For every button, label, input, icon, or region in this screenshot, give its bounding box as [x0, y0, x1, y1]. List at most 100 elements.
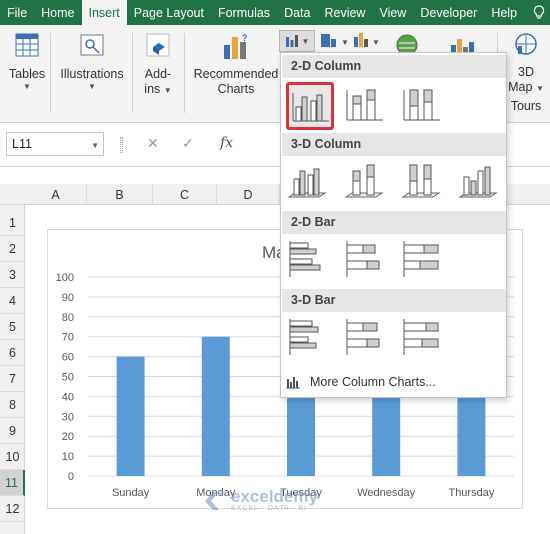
lightbulb-icon[interactable]: [528, 0, 550, 25]
tab-formulas[interactable]: Formulas: [211, 0, 277, 25]
row-header-cell[interactable]: 5: [0, 314, 25, 340]
3d-column-option[interactable]: [457, 159, 505, 207]
x-category-label: Wednesday: [357, 487, 415, 499]
column-chart-gallery: 2-D Column 3-D Column 2-D Bar 3-D Bar Mo…: [280, 52, 507, 398]
y-tick-label: 50: [62, 372, 74, 384]
illustrations-group[interactable]: Illustrations ▼: [58, 31, 126, 91]
row-header: 1 2 3 4 5 6 7 8 9 10 11 12: [0, 205, 25, 534]
addins-label-1: Add-: [144, 67, 172, 81]
tab-help[interactable]: Help: [484, 0, 524, 25]
svg-text:?: ?: [242, 33, 248, 43]
recommended-label-1: Recommended: [193, 67, 279, 81]
row-header-cell-selected[interactable]: 11: [0, 470, 25, 496]
more-column-charts-link[interactable]: More Column Charts...: [285, 371, 436, 393]
name-box-value: L11: [12, 137, 32, 151]
clustered-bar-option[interactable]: [286, 237, 334, 285]
3d-map-label-1: 3D: [518, 65, 534, 79]
tables-group[interactable]: Tables ▼: [8, 31, 46, 91]
100-stacked-column-option[interactable]: [400, 82, 448, 130]
row-header-cell[interactable]: 4: [0, 288, 25, 314]
chevron-down-icon: ▼: [88, 82, 96, 91]
y-tick-label: 100: [56, 272, 74, 284]
row-header-cell[interactable]: 3: [0, 262, 25, 288]
chart-bar[interactable]: [116, 356, 145, 476]
chevron-down-icon: ▼: [91, 141, 99, 150]
tab-insert[interactable]: Insert: [81, 0, 127, 25]
3d-stacked-column-option[interactable]: [343, 159, 391, 207]
3d-100-stacked-column-icon: [401, 164, 441, 198]
column-d-header[interactable]: D: [217, 184, 280, 205]
column-a-header[interactable]: A: [25, 184, 87, 205]
3d-map-button[interactable]: 3D Map ▼ Tours: [505, 31, 547, 114]
recommended-label-2: Charts: [217, 82, 255, 96]
clustered-bar-icon: [289, 241, 321, 277]
y-tick-label: 60: [62, 352, 74, 364]
tab-view[interactable]: View: [372, 0, 413, 25]
tab-data[interactable]: Data: [277, 0, 317, 25]
recommended-charts-icon: ?: [224, 33, 248, 59]
watermark-tagline: EXCEL · DATA · BI: [231, 505, 307, 512]
stacked-bar-option[interactable]: [343, 237, 391, 285]
row-header-cell[interactable]: 7: [0, 366, 25, 392]
3d-stacked-bar-option[interactable]: [343, 315, 391, 363]
chevron-down-icon: ▼: [23, 82, 31, 91]
row-header-cell[interactable]: 2: [0, 236, 25, 262]
ribbon-separator: [50, 33, 51, 113]
svg-text:▼: ▼: [372, 38, 380, 47]
tab-file[interactable]: File: [0, 0, 34, 25]
name-box[interactable]: L11 ▼: [6, 132, 104, 156]
hierarchy-chart-button[interactable]: ▼: [320, 33, 350, 52]
x-category-label: Thursday: [448, 487, 494, 499]
y-tick-label: 70: [62, 332, 74, 344]
statistic-chart-icon: ▼: [354, 33, 380, 47]
ribbon-separator: [132, 33, 133, 113]
statistic-chart-button[interactable]: ▼: [352, 31, 382, 52]
3d-100-stacked-column-option[interactable]: [400, 159, 448, 207]
column-header-cell[interactable]: [507, 184, 550, 205]
column-chart-icon: [285, 35, 298, 47]
3d-clustered-column-option[interactable]: [286, 159, 334, 207]
tab-developer[interactable]: Developer: [413, 0, 484, 25]
column-b-header[interactable]: B: [87, 184, 153, 205]
addins-group[interactable]: Add- ins ▼: [138, 31, 178, 98]
clustered-column-option[interactable]: [286, 82, 334, 130]
clustered-column-icon: [292, 93, 329, 122]
100-stacked-bar-option[interactable]: [400, 237, 448, 285]
y-tick-label: 90: [62, 292, 74, 304]
chart-bar[interactable]: [201, 336, 230, 476]
row-header-cell[interactable]: 12: [0, 496, 25, 522]
column-c-header[interactable]: C: [153, 184, 217, 205]
y-tick-label: 40: [62, 391, 74, 403]
ribbon-separator: [184, 33, 185, 113]
formula-bar-grip[interactable]: [120, 137, 123, 153]
3d-clustered-bar-option[interactable]: [286, 315, 334, 363]
recommended-charts-button[interactable]: ? Recommended Charts: [193, 31, 279, 97]
row-header-cell[interactable]: 8: [0, 392, 25, 418]
hierarchy-chart-icon: ▼: [321, 34, 349, 47]
3d-100-stacked-bar-option[interactable]: [400, 315, 448, 363]
x-category-label: Sunday: [112, 487, 150, 499]
tours-group-label: Tours: [510, 99, 542, 113]
tab-page-layout[interactable]: Page Layout: [127, 0, 211, 25]
column-chart-button[interactable]: ▼: [279, 30, 315, 52]
3d-clustered-column-icon: [287, 168, 327, 198]
tab-review[interactable]: Review: [317, 0, 372, 25]
insert-function-button[interactable]: fx: [220, 135, 233, 151]
row-header-cell[interactable]: 6: [0, 340, 25, 366]
enter-icon[interactable]: ✓: [182, 135, 194, 152]
row-header-cell[interactable]: 9: [0, 418, 25, 444]
100-stacked-column-icon: [403, 89, 440, 121]
stacked-column-icon: [346, 89, 383, 121]
ribbon-tab-bar: File Home Insert Page Layout Formulas Da…: [0, 0, 550, 25]
watermark-name: exceldemy: [231, 487, 318, 506]
exceldemy-logo-icon: [205, 492, 225, 510]
section-2d-bar: 2-D Bar: [282, 211, 506, 234]
row-header-cell[interactable]: 1: [0, 210, 25, 236]
y-tick-label: 30: [62, 411, 74, 423]
stacked-column-option[interactable]: [343, 82, 391, 130]
tab-home[interactable]: Home: [34, 0, 81, 25]
row-header-cell[interactable]: 10: [0, 444, 25, 470]
svg-text:▼: ▼: [341, 38, 349, 47]
cancel-icon[interactable]: ✕: [147, 135, 159, 152]
exceldemy-watermark: exceldemy EXCEL · DATA · BI: [203, 488, 318, 512]
